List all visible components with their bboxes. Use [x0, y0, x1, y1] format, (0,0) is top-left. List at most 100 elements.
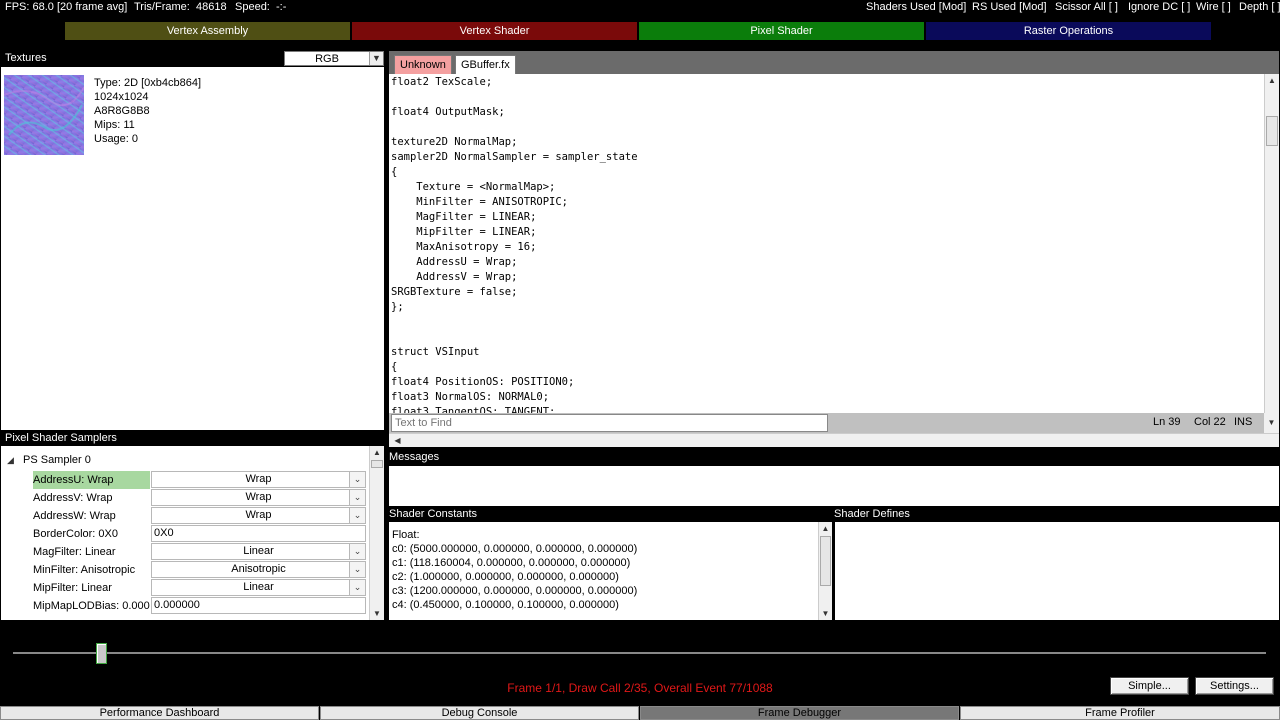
- code-line[interactable]: float4 PositionOS: POSITION0;: [391, 375, 1261, 390]
- code-line[interactable]: [391, 315, 1261, 330]
- shader-code-editor[interactable]: float2 TexScale; float4 OutputMask; textur…: [389, 74, 1279, 413]
- scroll-down-icon[interactable]: ▼: [819, 607, 832, 620]
- code-line[interactable]: struct VSInput: [391, 345, 1261, 360]
- code-scrollbar[interactable]: ▲: [1264, 74, 1279, 413]
- scroll-up-icon[interactable]: ▲: [819, 522, 832, 535]
- constants-scrollbar[interactable]: ▲ ▼: [818, 522, 832, 620]
- simple-button[interactable]: Simple...: [1110, 677, 1189, 695]
- scissor-all-toggle[interactable]: Scissor All [ ]: [1055, 1, 1118, 13]
- stage-vertex-shader[interactable]: Vertex Shader: [352, 22, 637, 40]
- scroll-thumb[interactable]: [371, 460, 383, 468]
- sampler-property-name: AddressV: Wrap: [33, 492, 113, 504]
- code-line[interactable]: MaxAnisotropy = 16;: [391, 240, 1261, 255]
- speed-readout: Speed: -:-: [235, 1, 287, 13]
- sampler-value-dropdown[interactable]: Wrap ⌄: [151, 489, 366, 506]
- chevron-down-icon[interactable]: ⌄: [349, 562, 365, 577]
- code-hscrollbar[interactable]: ◀: [389, 433, 1279, 447]
- collapse-triangle-icon[interactable]: ◢: [7, 455, 19, 467]
- chevron-down-icon[interactable]: ⌄: [349, 544, 365, 559]
- constants-header: Shader Constants: [389, 508, 478, 520]
- shaders-used-toggle[interactable]: Shaders Used [Mod]: [866, 1, 966, 13]
- code-line[interactable]: [391, 120, 1261, 135]
- code-line[interactable]: SRGBTexture = false;: [391, 285, 1261, 300]
- frame-slider-track[interactable]: [13, 652, 1266, 654]
- tab-performance-dashboard[interactable]: Performance Dashboard: [0, 706, 319, 720]
- code-line[interactable]: MipFilter = LINEAR;: [391, 225, 1261, 240]
- constant-line: c3: (1200.000000, 0.000000, 0.000000, 0.…: [392, 585, 638, 597]
- tab-unknown[interactable]: Unknown: [394, 55, 452, 74]
- samplers-scrollbar[interactable]: ▲ ▼: [369, 446, 384, 620]
- settings-button[interactable]: Settings...: [1195, 677, 1274, 695]
- code-line[interactable]: [391, 90, 1261, 105]
- code-line[interactable]: float2 TexScale;: [391, 75, 1261, 90]
- tab-frame-debugger[interactable]: Frame Debugger: [640, 706, 959, 720]
- code-line[interactable]: AddressV = Wrap;: [391, 270, 1261, 285]
- rs-used-toggle[interactable]: RS Used [Mod]: [972, 1, 1047, 13]
- sampler-value-field[interactable]: 0.000000: [151, 597, 366, 614]
- constants-list: Float: c0: (5000.000000, 0.000000, 0.0000…: [392, 528, 637, 612]
- scroll-down-icon[interactable]: ▼: [370, 607, 384, 620]
- sampler-property-row[interactable]: AddressV: Wrap Wrap ⌄: [1, 489, 369, 507]
- chevron-down-icon[interactable]: ⌄: [349, 472, 365, 487]
- find-input[interactable]: [391, 414, 828, 432]
- stage-vertex-assembly[interactable]: Vertex Assembly: [65, 22, 350, 40]
- scroll-thumb[interactable]: [1266, 116, 1278, 146]
- sampler-value-field[interactable]: 0X0: [151, 525, 366, 542]
- code-line[interactable]: MagFilter = LINEAR;: [391, 210, 1261, 225]
- tab-frame-profiler[interactable]: Frame Profiler: [960, 706, 1280, 720]
- tab-gbuffer-fx[interactable]: GBuffer.fx: [455, 55, 516, 75]
- scroll-left-icon[interactable]: ◀: [391, 434, 404, 447]
- code-line[interactable]: float3 TangentOS: TANGENT;: [391, 405, 1261, 413]
- scroll-thumb[interactable]: [820, 536, 831, 586]
- constant-line: c4: (0.450000, 0.100000, 0.100000, 0.000…: [392, 599, 619, 611]
- sampler-property-row[interactable]: MinFilter: Anisotropic Anisotropic ⌄: [1, 561, 369, 579]
- sampler-value-text: Anisotropic: [231, 563, 286, 575]
- frame-slider-thumb[interactable]: [96, 643, 107, 664]
- code-line[interactable]: texture2D NormalMap;: [391, 135, 1261, 150]
- code-text[interactable]: float2 TexScale; float4 OutputMask; textur…: [391, 75, 1261, 413]
- wire-toggle[interactable]: Wire [ ]: [1196, 1, 1231, 13]
- sampler-value-text: Linear: [243, 581, 274, 593]
- sampler-value-dropdown[interactable]: Linear ⌄: [151, 543, 366, 560]
- sampler-property-row[interactable]: AddressW: Wrap Wrap ⌄: [1, 507, 369, 525]
- scroll-up-icon[interactable]: ▲: [370, 446, 384, 459]
- sampler-value-dropdown[interactable]: Wrap ⌄: [151, 507, 366, 524]
- sampler-value-text: 0X0: [154, 527, 174, 539]
- chevron-down-icon[interactable]: ⌄: [349, 508, 365, 523]
- code-line[interactable]: {: [391, 165, 1261, 180]
- code-line[interactable]: AddressU = Wrap;: [391, 255, 1261, 270]
- sampler-property-row[interactable]: MipFilter: Linear Linear ⌄: [1, 579, 369, 597]
- sampler-value-dropdown[interactable]: Anisotropic ⌄: [151, 561, 366, 578]
- code-line[interactable]: sampler2D NormalSampler = sampler_state: [391, 150, 1261, 165]
- depth-toggle[interactable]: Depth [ ]: [1239, 1, 1280, 13]
- stage-raster-operations[interactable]: Raster Operations: [926, 22, 1211, 40]
- sampler-property-grid: ◢ PS Sampler 0 AddressU: Wrap Wrap ⌄ Addres…: [1, 446, 384, 620]
- texture-channel-select[interactable]: RGB ▼: [284, 51, 384, 66]
- code-line[interactable]: MinFilter = ANISOTROPIC;: [391, 195, 1261, 210]
- code-line[interactable]: float4 OutputMask;: [391, 105, 1261, 120]
- sampler-value-text: Wrap: [245, 491, 272, 503]
- sampler-value-dropdown[interactable]: Linear ⌄: [151, 579, 366, 596]
- sampler-property-row[interactable]: AddressU: Wrap Wrap ⌄: [1, 471, 369, 489]
- texture-thumbnail[interactable]: [4, 75, 84, 155]
- sampler-value-dropdown[interactable]: Wrap ⌄: [151, 471, 366, 488]
- code-line[interactable]: };: [391, 300, 1261, 315]
- chevron-down-icon[interactable]: ⌄: [349, 490, 365, 505]
- code-line[interactable]: Texture = <NormalMap>;: [391, 180, 1261, 195]
- constant-line: c2: (1.000000, 0.000000, 0.000000, 0.000…: [392, 571, 619, 583]
- chevron-down-icon[interactable]: ⌄: [349, 580, 365, 595]
- sampler-property-row[interactable]: BorderColor: 0X0 0X0: [1, 525, 369, 543]
- texture-mips: Mips: 11: [94, 119, 135, 131]
- sampler-value-text: Wrap: [245, 473, 272, 485]
- stage-pixel-shader[interactable]: Pixel Shader: [639, 22, 924, 40]
- sampler-property-row[interactable]: MipMapLODBias: 0.000000 0.000000: [1, 597, 369, 615]
- sampler-property-row[interactable]: MagFilter: Linear Linear ⌄: [1, 543, 369, 561]
- tris-label: Tris/Frame:: [134, 1, 190, 13]
- code-line[interactable]: {: [391, 360, 1261, 375]
- code-line[interactable]: [391, 330, 1261, 345]
- tab-debug-console[interactable]: Debug Console: [320, 706, 639, 720]
- scroll-down-icon[interactable]: ▼: [1264, 413, 1279, 433]
- ignore-dc-toggle[interactable]: Ignore DC [ ]: [1128, 1, 1190, 13]
- scroll-up-icon[interactable]: ▲: [1265, 74, 1279, 87]
- code-line[interactable]: float3 NormalOS: NORMAL0;: [391, 390, 1261, 405]
